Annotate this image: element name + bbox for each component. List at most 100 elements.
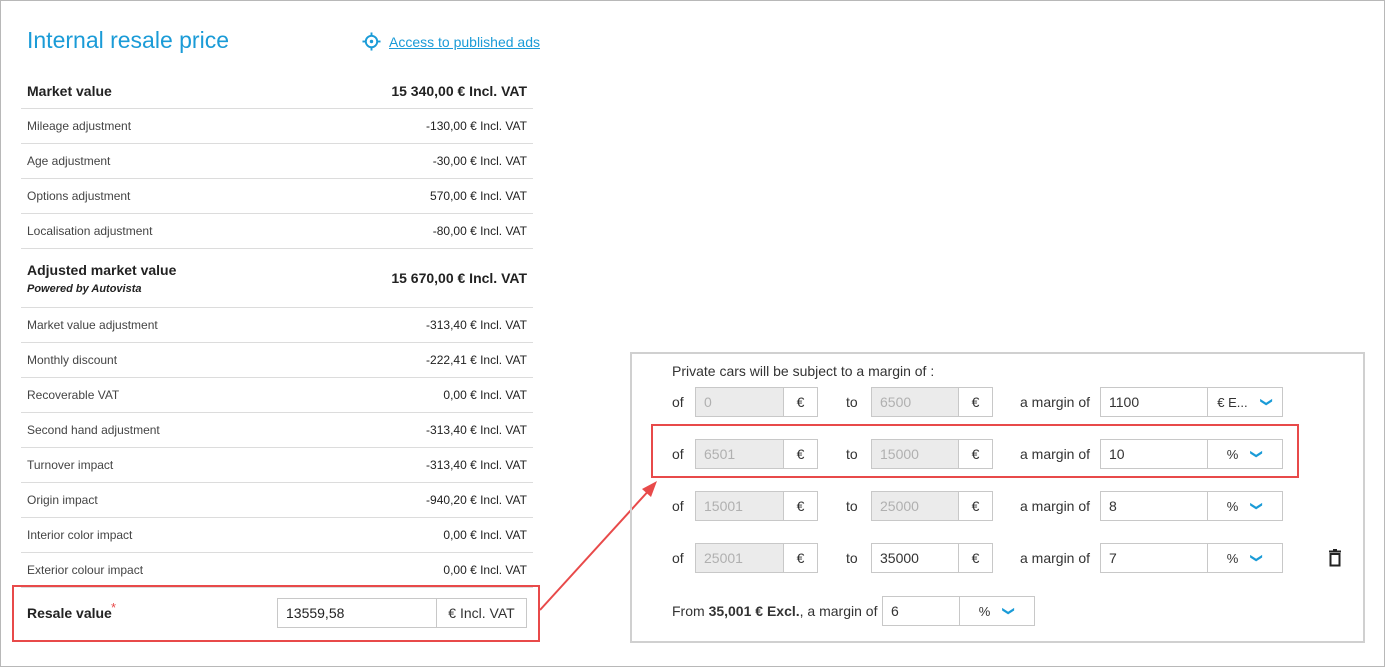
final-margin-field[interactable]: 6 [882, 596, 960, 626]
resale-value-field[interactable]: 13559,58 € Incl. VAT [277, 598, 527, 628]
margin-label: a margin of [1020, 550, 1091, 566]
chevron-down-icon: ❯ [1259, 396, 1274, 408]
to-input[interactable]: 35000 [872, 544, 959, 572]
row-value: 0,00 € Incl. VAT [443, 563, 527, 577]
row-label: Options adjustment [27, 189, 131, 203]
row-value: -130,00 € Incl. VAT [426, 119, 527, 133]
table-row: Second hand adjustment -313,40 € Incl. VA… [21, 413, 533, 448]
price-breakdown-table: Market value 15 340,00 € Incl. VAT Milea… [21, 73, 533, 588]
margin-field[interactable]: 7 [1100, 543, 1208, 573]
from-field[interactable]: 0 € [695, 387, 818, 417]
row-value: -80,00 € Incl. VAT [432, 224, 527, 238]
currency-label: € [796, 550, 805, 566]
unit-value: % [978, 603, 991, 619]
final-margin-text: From 35,001 € Excl., a margin of [672, 603, 878, 619]
table-row: Mileage adjustment -130,00 € Incl. VAT [21, 109, 533, 144]
from-input[interactable]: 0 [696, 388, 784, 416]
margin-field[interactable]: 1100 [1100, 387, 1208, 417]
from-input[interactable]: 15001 [696, 492, 784, 520]
margin-label: a margin of [1020, 394, 1091, 410]
trash-icon [1329, 549, 1341, 567]
chevron-down-icon: ❯ [1250, 552, 1265, 564]
resale-unit-label: € Incl. VAT [448, 605, 515, 621]
row-value: -30,00 € Incl. VAT [432, 154, 527, 168]
row-label: Origin impact [27, 493, 98, 507]
row-label: Mileage adjustment [27, 119, 132, 133]
access-link-label[interactable]: Access to published ads [389, 34, 540, 50]
margin-rules-title: Private cars will be subject to a margin… [672, 363, 935, 379]
to-field[interactable]: 25000 € [871, 491, 993, 521]
highlighted-margin-row [651, 424, 1299, 478]
resale-value-label: Resale value [27, 605, 112, 621]
unit-value: % [1226, 550, 1239, 566]
table-row: Options adjustment 570,00 € Incl. VAT [21, 179, 533, 214]
table-row: Localisation adjustment -80,00 € Incl. VA… [21, 214, 533, 249]
row-value: -222,41 € Incl. VAT [426, 353, 527, 367]
row-value: 15 340,00 € Incl. VAT [391, 82, 527, 99]
table-row: Age adjustment -30,00 € Incl. VAT [21, 144, 533, 179]
from-field[interactable]: 25001 € [695, 543, 818, 573]
row-label: Exterior colour impact [27, 563, 144, 577]
to-field[interactable]: 35000 € [871, 543, 993, 573]
chevron-down-icon: ❯ [1002, 605, 1017, 617]
page-title: Internal resale price [27, 27, 229, 53]
unit-value: € E... [1217, 394, 1248, 410]
of-label: of [672, 394, 684, 410]
to-input[interactable]: 6500 [872, 388, 959, 416]
margin-row: of 25001 € to 35000 € a margin of 7 % ❯ [672, 543, 1332, 573]
currency-label: € [796, 498, 805, 514]
row-value: 570,00 € Incl. VAT [430, 189, 527, 203]
row-label: Localisation adjustment [27, 224, 153, 238]
market-value-row: Market value 15 340,00 € Incl. VAT [21, 73, 533, 109]
currency-label: € [971, 498, 980, 514]
row-value: -940,20 € Incl. VAT [426, 493, 527, 507]
table-row: Monthly discount -222,41 € Incl. VAT [21, 343, 533, 378]
to-label: to [846, 498, 858, 514]
table-row: Interior color impact 0,00 € Incl. VAT [21, 518, 533, 553]
crosshair-icon [362, 32, 381, 51]
unit-value: % [1226, 498, 1239, 514]
table-row: Market value adjustment -313,40 € Incl. V… [21, 308, 533, 343]
margin-input[interactable]: 7 [1101, 544, 1207, 572]
powered-by-label: Powered by Autovista [27, 282, 142, 295]
threshold-amount: 35,001 € Excl. [708, 603, 800, 619]
margin-unit-select[interactable]: % ❯ [1207, 491, 1283, 521]
final-margin-input[interactable]: 6 [883, 597, 959, 625]
margin-label: a margin of [1020, 498, 1091, 514]
row-value: 0,00 € Incl. VAT [443, 528, 527, 542]
delete-row-button[interactable] [1327, 549, 1343, 572]
margin-unit-select[interactable]: € E... ❯ [1207, 387, 1283, 417]
access-published-ads-link[interactable]: Access to published ads [362, 32, 540, 51]
margin-input[interactable]: 1100 [1101, 388, 1207, 416]
to-input[interactable]: 25000 [872, 492, 959, 520]
row-value: -313,40 € Incl. VAT [426, 458, 527, 472]
margin-row: of 0 € to 6500 € a margin of 1100 € E...… [672, 387, 1332, 417]
row-label: Market value adjustment [27, 318, 158, 332]
row-value: -313,40 € Incl. VAT [426, 318, 527, 332]
table-row: Exterior colour impact 0,00 € Incl. VAT [21, 553, 533, 588]
row-label: Interior color impact [27, 528, 133, 542]
table-row: Turnover impact -313,40 € Incl. VAT [21, 448, 533, 483]
margin-input[interactable]: 8 [1101, 492, 1207, 520]
margin-field[interactable]: 8 [1100, 491, 1208, 521]
to-label: to [846, 550, 858, 566]
from-input[interactable]: 25001 [696, 544, 784, 572]
final-margin-row: From 35,001 € Excl., a margin of 6 % ❯ [672, 596, 1052, 626]
resale-value-input[interactable]: 13559,58 [278, 599, 437, 627]
chevron-down-icon: ❯ [1250, 500, 1265, 512]
to-label: to [846, 394, 858, 410]
adjusted-market-value-row: Adjusted market value Powered by Autovis… [21, 249, 533, 308]
to-field[interactable]: 6500 € [871, 387, 993, 417]
required-marker: * [111, 600, 117, 615]
final-margin-unit-select[interactable]: % ❯ [959, 596, 1035, 626]
row-label: Age adjustment [27, 154, 111, 168]
row-label: Monthly discount [27, 353, 118, 367]
margin-unit-select[interactable]: % ❯ [1207, 543, 1283, 573]
row-label: Market value [27, 82, 112, 99]
table-row: Origin impact -940,20 € Incl. VAT [21, 483, 533, 518]
from-field[interactable]: 15001 € [695, 491, 818, 521]
table-row: Recoverable VAT 0,00 € Incl. VAT [21, 378, 533, 413]
of-label: of [672, 550, 684, 566]
currency-label: € [971, 550, 980, 566]
row-label: Adjusted market value [27, 261, 177, 278]
